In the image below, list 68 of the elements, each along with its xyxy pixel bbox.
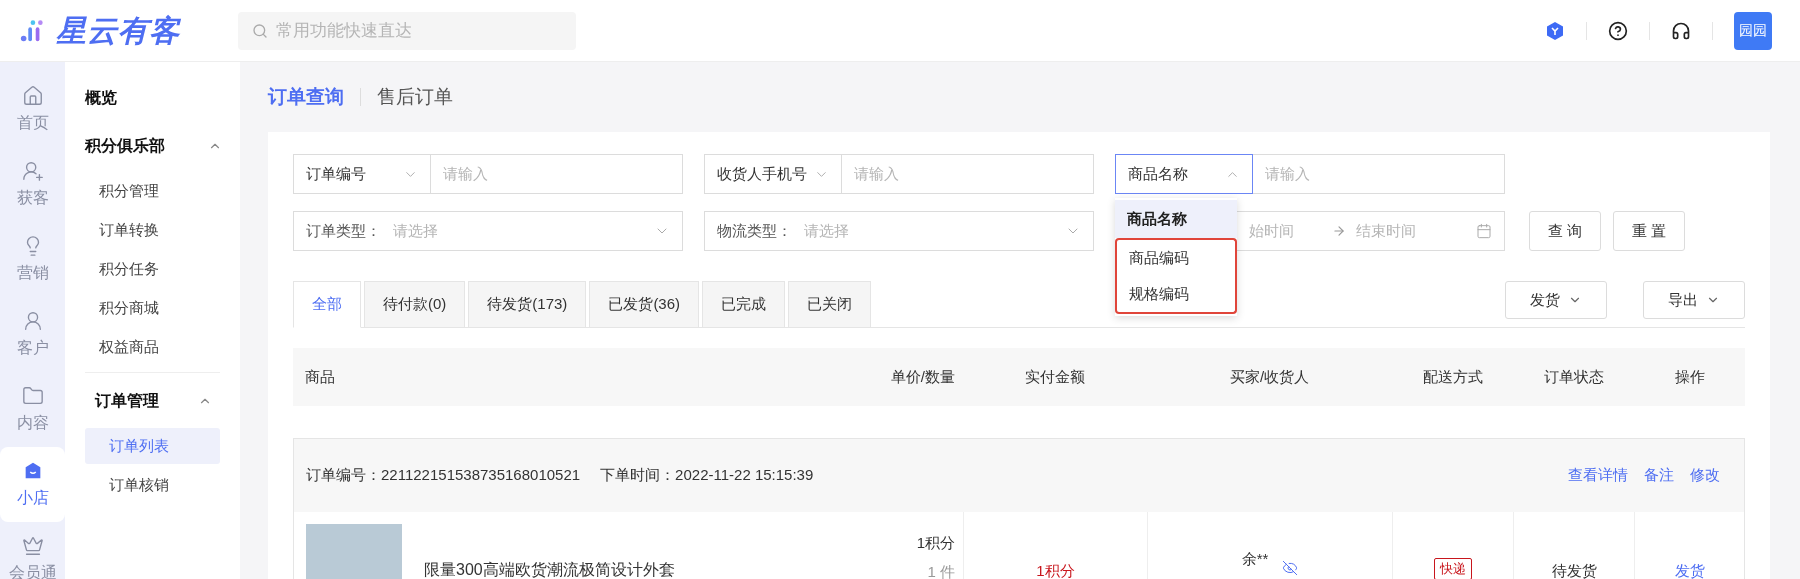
- buyer-name: 余**: [1241, 549, 1269, 569]
- column-header: 实付金额: [1024, 366, 1086, 387]
- select-field[interactable]: 物流类型： 请选择: [704, 211, 1094, 251]
- input-field[interactable]: 请输入: [1253, 154, 1505, 194]
- status-tab[interactable]: 已发货(36): [589, 281, 700, 328]
- crown-icon: [21, 534, 44, 557]
- calendar-icon: [1476, 223, 1492, 239]
- column-header: 订单状态: [1542, 366, 1605, 387]
- user-avatar[interactable]: 园园: [1734, 11, 1772, 50]
- dropdown-option[interactable]: 规格编码: [1115, 276, 1237, 314]
- select-field[interactable]: 订单类型： 请选择: [293, 211, 683, 251]
- dropdown-option[interactable]: 商品编码: [1115, 238, 1237, 276]
- brand-name: 星云有客: [56, 13, 180, 49]
- dropdown-option[interactable]: 商品名称: [1115, 200, 1237, 238]
- order-time: 下单时间：2022-11-22 15:15:39: [600, 465, 814, 486]
- menu-item[interactable]: 积分管理: [75, 173, 230, 209]
- menu-item[interactable]: 订单转换: [75, 212, 230, 248]
- product-title[interactable]: 限量300高端欧货潮流极简设计外套: [424, 524, 675, 579]
- add-user-icon: [21, 159, 44, 182]
- menu-item[interactable]: 积分任务: [75, 251, 230, 287]
- field-type-select[interactable]: 商品名称: [1115, 154, 1253, 194]
- action-dropdown-button[interactable]: 发货: [1505, 281, 1607, 319]
- status-tab[interactable]: 已完成: [702, 281, 786, 328]
- status-tab[interactable]: 已关闭: [788, 281, 872, 328]
- filter-button[interactable]: 重 置: [1613, 211, 1686, 251]
- home-icon: [21, 84, 44, 107]
- order-number: 订单编号：221122151538735168010521: [306, 465, 581, 486]
- menu-item[interactable]: 概览: [75, 74, 230, 122]
- unit-price: 1积分: [916, 533, 955, 553]
- menu-item[interactable]: 订单列表: [85, 428, 220, 464]
- column-header: 买家/收货人: [1228, 366, 1311, 387]
- order-link[interactable]: 查看详情: [1568, 464, 1628, 487]
- search-field[interactable]: 常用功能快速直达: [238, 11, 576, 50]
- menu-item[interactable]: 订单核销: [85, 467, 220, 503]
- filter-button[interactable]: 查 询: [1529, 211, 1602, 251]
- menu-item[interactable]: 权益商品: [75, 329, 230, 365]
- menu-group-header[interactable]: 订单管理: [85, 377, 220, 425]
- order-status: 待发货: [1551, 561, 1597, 579]
- status-tab[interactable]: 待付款(0): [364, 281, 466, 328]
- menu-item[interactable]: 积分商城: [75, 290, 230, 326]
- status-tab[interactable]: 全部: [293, 281, 361, 328]
- ship-link[interactable]: 发货: [1674, 560, 1705, 579]
- column-header: 操作: [1673, 366, 1706, 387]
- paid-amount: 1积分: [1036, 561, 1075, 579]
- headset-icon[interactable]: [1671, 20, 1691, 41]
- order-link[interactable]: 备注: [1644, 464, 1674, 487]
- input-field[interactable]: 请输入: [842, 154, 1094, 194]
- order-link[interactable]: 修改: [1690, 464, 1720, 487]
- folder-icon: [21, 384, 44, 407]
- page-tab[interactable]: 订单查询: [268, 82, 344, 112]
- menu-group-header[interactable]: 积分俱乐部: [75, 122, 230, 170]
- column-header: 配送方式: [1421, 366, 1484, 387]
- input-field[interactable]: 请输入: [431, 154, 683, 194]
- column-header: 商品: [304, 366, 336, 387]
- nav-rail-item[interactable]: 小店: [0, 447, 65, 522]
- eye-off-icon[interactable]: [1282, 560, 1299, 576]
- help-icon[interactable]: [1608, 20, 1628, 41]
- hexagon-icon[interactable]: [1545, 20, 1565, 41]
- search-icon: [252, 22, 268, 39]
- field-type-select[interactable]: 收货人手机号: [704, 154, 842, 194]
- status-tab[interactable]: 待发货(173): [468, 281, 587, 328]
- action-dropdown-button[interactable]: 导出: [1643, 281, 1745, 319]
- delivery-tag: 快递: [1434, 558, 1472, 579]
- field-type-select[interactable]: 订单编号: [293, 154, 431, 194]
- column-header: 单价/数量: [889, 366, 956, 387]
- quantity: 1 件: [927, 561, 955, 579]
- logo-icon: [18, 17, 46, 44]
- page-tab[interactable]: 售后订单: [377, 82, 453, 112]
